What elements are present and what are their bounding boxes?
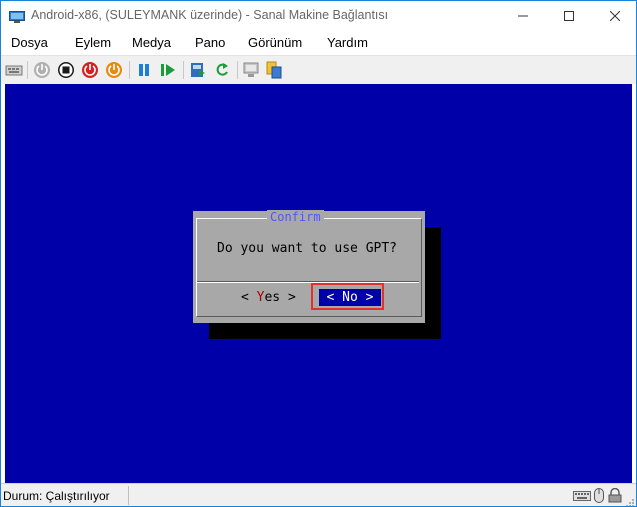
keyboard-icon — [573, 488, 591, 506]
lock-icon — [608, 487, 622, 506]
dialog-divider — [197, 281, 419, 283]
menu-bar: Dosya Eylem Medya Pano Görünüm Yardım — [1, 31, 636, 55]
checkpoint-icon[interactable] — [189, 61, 207, 79]
resize-grip-icon[interactable] — [625, 493, 635, 506]
toolbar — [1, 55, 636, 84]
mouse-icon — [594, 488, 604, 506]
yes-button[interactable]: < Yes > — [241, 290, 296, 305]
no-button-highlight — [311, 283, 384, 310]
close-button[interactable] — [592, 1, 636, 31]
vm-screen[interactable]: Confirm Do you want to use GPT? < Yes > … — [5, 84, 632, 483]
ctrl-alt-del-icon[interactable] — [5, 61, 23, 79]
yes-rest: es > — [264, 290, 296, 305]
toolbar-separator — [129, 61, 130, 79]
vm-connection-window: Android-x86, (SULEYMANK üzerinde) - Sana… — [0, 0, 637, 507]
maximize-button[interactable] — [546, 1, 592, 31]
dialog-message: Do you want to use GPT? — [217, 241, 398, 256]
status-text: Durum: Çalıştırılıyor — [3, 489, 110, 503]
yes-prefix: < — [241, 290, 257, 305]
revert-icon[interactable] — [213, 61, 231, 79]
title-bar: Android-x86, (SULEYMANK üzerinde) - Sana… — [1, 1, 636, 31]
menu-gorunum[interactable]: Görünüm — [248, 35, 302, 50]
toolbar-separator — [27, 61, 28, 79]
dialog-frame — [196, 218, 422, 317]
status-bar: Durum: Çalıştırılıyor — [1, 483, 636, 506]
start-icon[interactable] — [33, 61, 51, 79]
menu-pano[interactable]: Pano — [195, 35, 225, 50]
menu-dosya[interactable]: Dosya — [11, 35, 48, 50]
vm-connection-icon — [9, 9, 25, 23]
minimize-button[interactable] — [500, 1, 546, 31]
shutdown-icon[interactable] — [81, 61, 99, 79]
enhanced-session-icon[interactable] — [243, 61, 261, 79]
turn-off-icon[interactable] — [57, 61, 75, 79]
window-title: Android-x86, (SULEYMANK üzerinde) - Sana… — [31, 8, 389, 22]
status-separator — [128, 486, 129, 505]
save-icon[interactable] — [105, 61, 123, 79]
confirm-dialog: Confirm Do you want to use GPT? < Yes > … — [193, 210, 425, 323]
dialog-title: Confirm — [267, 210, 324, 224]
zoom-icon[interactable] — [265, 61, 283, 79]
menu-eylem[interactable]: Eylem — [75, 35, 111, 50]
toolbar-separator — [183, 61, 184, 79]
toolbar-separator — [237, 61, 238, 79]
menu-yardim[interactable]: Yardım — [327, 35, 368, 50]
pause-icon[interactable] — [135, 61, 153, 79]
menu-medya[interactable]: Medya — [132, 35, 171, 50]
resume-icon[interactable] — [159, 61, 177, 79]
